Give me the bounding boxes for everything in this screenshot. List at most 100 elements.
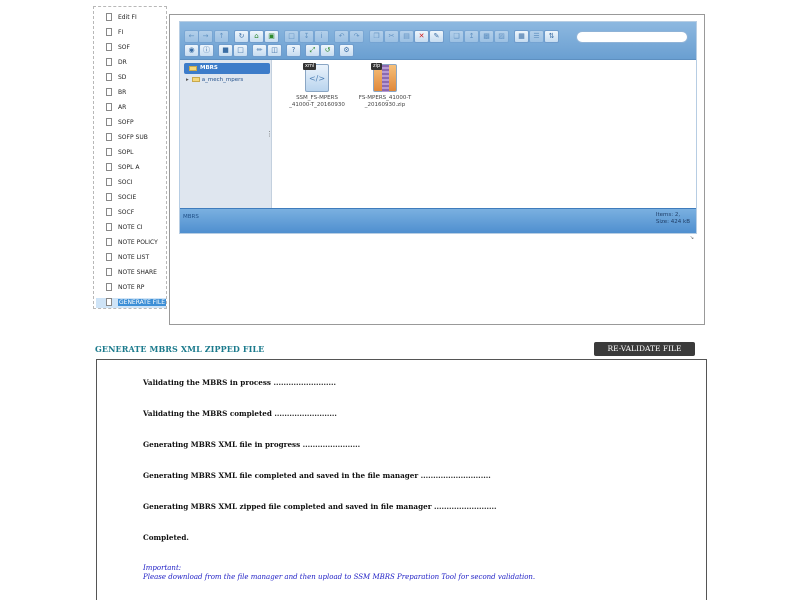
code-icon: </> (308, 74, 326, 83)
file-manager: ← → ↑ ↻ ⌂ ▣ □ ↧ i ↶ ↷ ❐ ✂ ▤ ✕ ✎ ❑ ↥ ▩ ▨ (179, 21, 697, 241)
select-none-icon[interactable]: □ (233, 44, 248, 57)
tree-item-generate-file[interactable]: GENERATE FILE (106, 296, 167, 308)
redo-icon[interactable]: ↷ (349, 30, 364, 43)
nav-child-label: a_mech_mpers (201, 77, 244, 83)
status-bar: MBRS Items: 2, Size: 424 kB ↘ (180, 208, 696, 241)
file-item[interactable]: zip FS-MPERS_41000-T _20160930.zip (349, 63, 421, 109)
tree-item-note-ci[interactable]: NOTE CI (106, 221, 143, 233)
tree-item-ar[interactable]: AR (106, 101, 126, 113)
document-icon (106, 238, 112, 246)
document-icon (106, 73, 112, 81)
tree-item-sopl[interactable]: SOPL (106, 146, 134, 158)
undo-icon[interactable]: ↶ (334, 30, 349, 43)
document-icon (106, 13, 112, 21)
edit-file-icon[interactable]: ✏ (252, 44, 267, 57)
resize-image-icon[interactable]: ◫ (267, 44, 282, 57)
save-icon[interactable]: ▣ (264, 30, 279, 43)
tree-item-edit-fi[interactable]: Edit FI (106, 11, 137, 23)
tree-item-sd[interactable]: SD (106, 71, 126, 83)
report-tree: Edit FI FI SOF DR SD BR AR SOFP SOFP SUB… (93, 6, 167, 309)
fullscreen-icon[interactable]: ⤢ (305, 44, 320, 57)
log-line: Generating MBRS XML file in progress ...… (143, 440, 361, 449)
document-icon (106, 193, 112, 201)
tree-item-soci[interactable]: SOCI (106, 176, 133, 188)
tree-item-label: NOTE POLICY (118, 238, 158, 246)
document-icon (106, 133, 112, 141)
help-icon[interactable]: ? (286, 44, 301, 57)
tree-item-note-list[interactable]: NOTE LIST (106, 251, 149, 263)
tree-item-label: NOTE SHARE (118, 268, 157, 276)
tree-item-label: SOFP (118, 118, 134, 126)
icons-view-icon[interactable]: ▦ (514, 30, 529, 43)
navigation-pane: MBRS ▸ a_mech_mpers ⋮ (180, 60, 273, 208)
file-name: FS-MPERS_41000-T _20160930.zip (358, 95, 412, 108)
settings-icon[interactable]: ⚙ (339, 44, 354, 57)
revalidate-button[interactable]: RE-VALIDATE FILE (594, 342, 695, 356)
document-icon (106, 298, 112, 306)
document-icon (106, 148, 112, 156)
tree-item-label: SOCIE (118, 193, 137, 201)
properties-icon[interactable]: ⓘ (199, 44, 214, 57)
tree-item-br[interactable]: BR (106, 86, 126, 98)
nav-child-folder[interactable]: ▸ a_mech_mpers (186, 75, 243, 85)
file-item[interactable]: xml </> SSM_FS-MPERS _41000-T_20160930 (281, 63, 353, 109)
document-icon (106, 28, 112, 36)
archive-icon[interactable]: ▨ (494, 30, 509, 43)
status-path: MBRS (183, 214, 199, 220)
tree-item-sopl-a[interactable]: SOPL A (106, 161, 140, 173)
tree-item-socie[interactable]: SOCIE (106, 191, 136, 203)
log-line: Generating MBRS XML file completed and s… (143, 471, 491, 480)
tree-item-sofp-sub[interactable]: SOFP SUB (106, 131, 148, 143)
resize-grip-icon[interactable]: ↘ (690, 235, 694, 241)
document-icon (106, 223, 112, 231)
tree-item-socf[interactable]: SOCF (106, 206, 134, 218)
sort-icon[interactable]: ⇅ (544, 30, 559, 43)
tree-item-label: SOCF (118, 208, 135, 216)
refresh-icon[interactable]: ↺ (320, 44, 335, 57)
copy-icon[interactable]: ❐ (369, 30, 384, 43)
xml-file-icon: xml </> (303, 63, 329, 92)
cut-icon[interactable]: ✂ (384, 30, 399, 43)
document-icon (106, 58, 112, 66)
select-all-icon[interactable]: ■ (218, 44, 233, 57)
tree-item-label: Edit FI (118, 13, 137, 21)
upload-icon[interactable]: ↥ (464, 30, 479, 43)
tree-item-label: GENERATE FILE (118, 298, 167, 306)
folder-icon (191, 77, 200, 82)
forward-icon[interactable]: → (198, 30, 213, 43)
download-icon[interactable]: ↧ (299, 30, 314, 43)
tree-item-fi[interactable]: FI (106, 26, 123, 38)
tree-item-note-policy[interactable]: NOTE POLICY (106, 236, 158, 248)
nav-root-folder[interactable]: MBRS (184, 63, 270, 74)
tree-item-note-share[interactable]: NOTE SHARE (106, 266, 157, 278)
back-icon[interactable]: ← (184, 30, 199, 43)
document-icon (106, 43, 112, 51)
list-view-icon[interactable]: ☰ (529, 30, 544, 43)
extract-icon[interactable]: ▩ (479, 30, 494, 43)
document-icon (106, 283, 112, 291)
tree-item-sofp[interactable]: SOFP (106, 116, 134, 128)
info-icon[interactable]: i (314, 30, 329, 43)
expand-arrow-icon[interactable]: ▸ (186, 75, 189, 85)
tree-item-sof[interactable]: SOF (106, 41, 130, 53)
file-manager-frame: ← → ↑ ↻ ⌂ ▣ □ ↧ i ↶ ↷ ❐ ✂ ▤ ✕ ✎ ❑ ↥ ▩ ▨ (169, 14, 705, 325)
up-folder-icon[interactable]: ↑ (214, 30, 229, 43)
rename-icon[interactable]: ✎ (429, 30, 444, 43)
document-icon (106, 178, 112, 186)
status-size: Size: 424 kB (655, 219, 690, 225)
reload-icon[interactable]: ↻ (234, 30, 249, 43)
tree-item-note-rp[interactable]: NOTE RP (106, 281, 144, 293)
paste-icon[interactable]: ▤ (399, 30, 414, 43)
file-type-tag: xml (303, 63, 317, 70)
home-icon[interactable]: ⌂ (249, 30, 264, 43)
duplicate-icon[interactable]: ❑ (449, 30, 464, 43)
delete-icon[interactable]: ✕ (414, 30, 429, 43)
tree-item-label: SD (118, 73, 127, 81)
status-summary: Items: 2, Size: 424 kB (656, 212, 690, 226)
pane-resize-handle[interactable]: ⋮ (266, 130, 273, 138)
document-icon (106, 163, 112, 171)
tree-item-dr[interactable]: DR (106, 56, 127, 68)
open-icon[interactable]: □ (284, 30, 299, 43)
search-input[interactable] (576, 31, 688, 43)
preview-eye-icon[interactable]: ◉ (184, 44, 199, 57)
